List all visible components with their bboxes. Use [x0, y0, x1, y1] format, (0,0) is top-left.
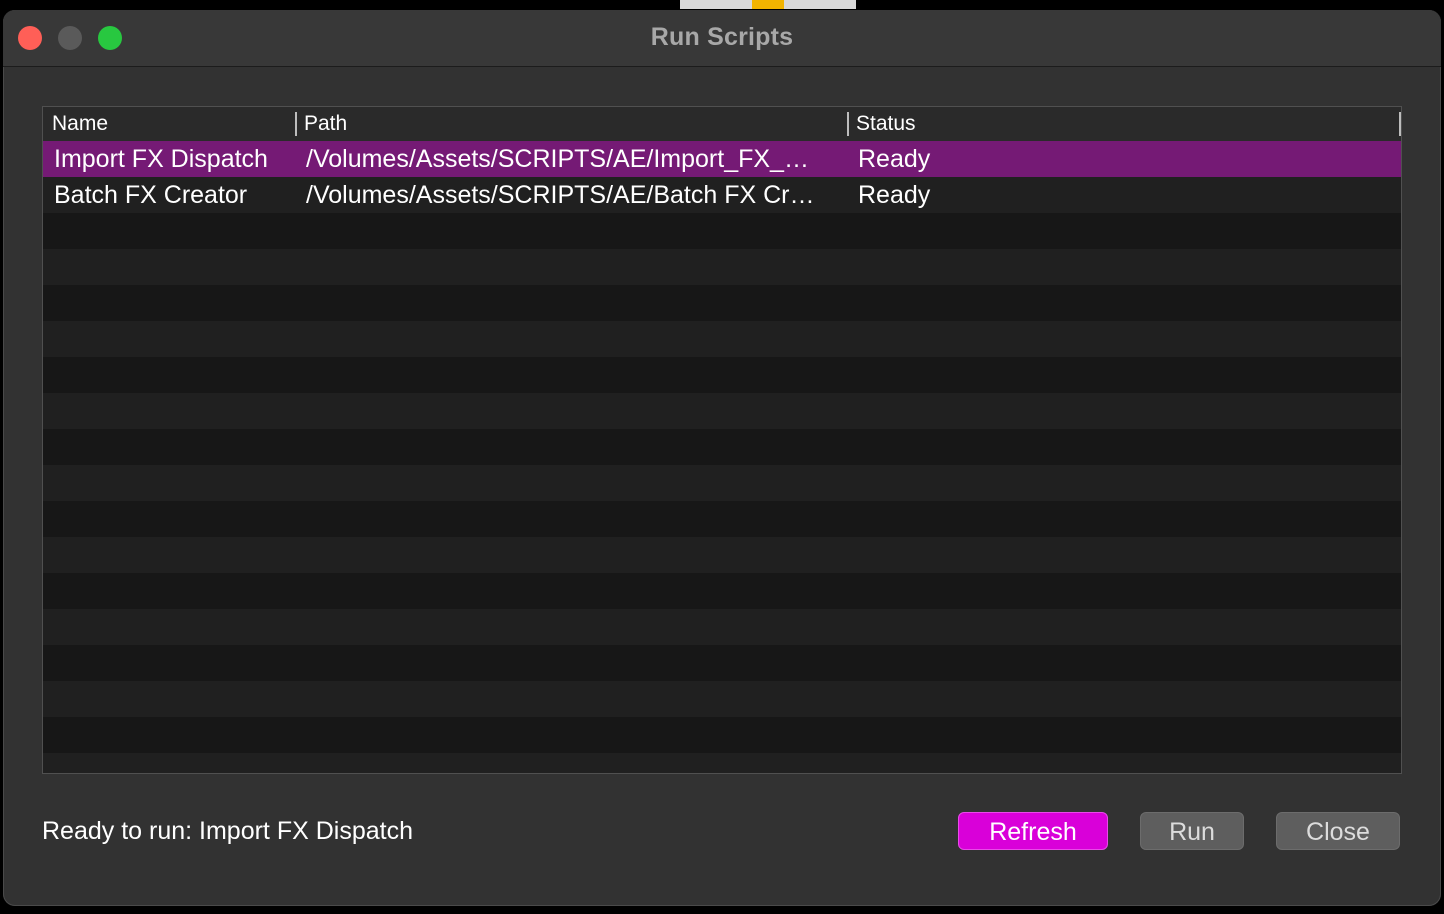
- maximize-window-button[interactable]: [98, 26, 122, 50]
- refresh-button[interactable]: Refresh: [958, 812, 1108, 850]
- empty-row: [43, 609, 1401, 645]
- empty-row: [43, 285, 1401, 321]
- run-button[interactable]: Run: [1140, 812, 1244, 850]
- status-message: Ready to run: Import FX Dispatch: [42, 817, 413, 845]
- table-body: Import FX Dispatch/Volumes/Assets/SCRIPT…: [43, 141, 1401, 773]
- empty-row: [43, 393, 1401, 429]
- table-row[interactable]: Import FX Dispatch/Volumes/Assets/SCRIPT…: [43, 141, 1401, 177]
- empty-row: [43, 357, 1401, 393]
- empty-row: [43, 645, 1401, 681]
- cell-path: /Volumes/Assets/SCRIPTS/AE/Import_FX_…: [306, 145, 809, 173]
- cell-status: Ready: [858, 145, 931, 173]
- window-title: Run Scripts: [650, 23, 794, 51]
- empty-row: [43, 213, 1401, 249]
- empty-row: [43, 753, 1401, 773]
- empty-row: [43, 573, 1401, 609]
- column-header-name[interactable]: Name: [43, 107, 295, 141]
- scripts-table[interactable]: Name Path Status Import FX Dispatch/Volu…: [42, 106, 1402, 774]
- background-window-accent: [752, 0, 784, 9]
- close-window-button[interactable]: [18, 26, 42, 50]
- empty-row: [43, 717, 1401, 753]
- table-header: Name Path Status: [43, 107, 1401, 141]
- cell-path: /Volumes/Assets/SCRIPTS/AE/Batch FX Cr…: [306, 181, 815, 209]
- close-button[interactable]: Close: [1276, 812, 1400, 850]
- empty-row: [43, 465, 1401, 501]
- minimize-window-button[interactable]: [58, 26, 82, 50]
- cell-name: Batch FX Creator: [54, 181, 248, 209]
- empty-row: [43, 681, 1401, 717]
- cell-status: Ready: [858, 181, 931, 209]
- empty-row: [43, 249, 1401, 285]
- empty-row: [43, 321, 1401, 357]
- cell-name: Import FX Dispatch: [54, 145, 268, 173]
- empty-row: [43, 537, 1401, 573]
- column-header-path[interactable]: Path: [295, 107, 847, 141]
- run-scripts-window: Run Scripts Name Path Status Import FX D…: [3, 10, 1441, 906]
- title-bar[interactable]: Run Scripts: [3, 10, 1441, 67]
- empty-row: [43, 501, 1401, 537]
- background-window-edge: [680, 0, 856, 9]
- empty-row: [43, 429, 1401, 465]
- table-row[interactable]: Batch FX Creator/Volumes/Assets/SCRIPTS/…: [43, 177, 1401, 213]
- column-header-status[interactable]: Status: [847, 107, 1401, 141]
